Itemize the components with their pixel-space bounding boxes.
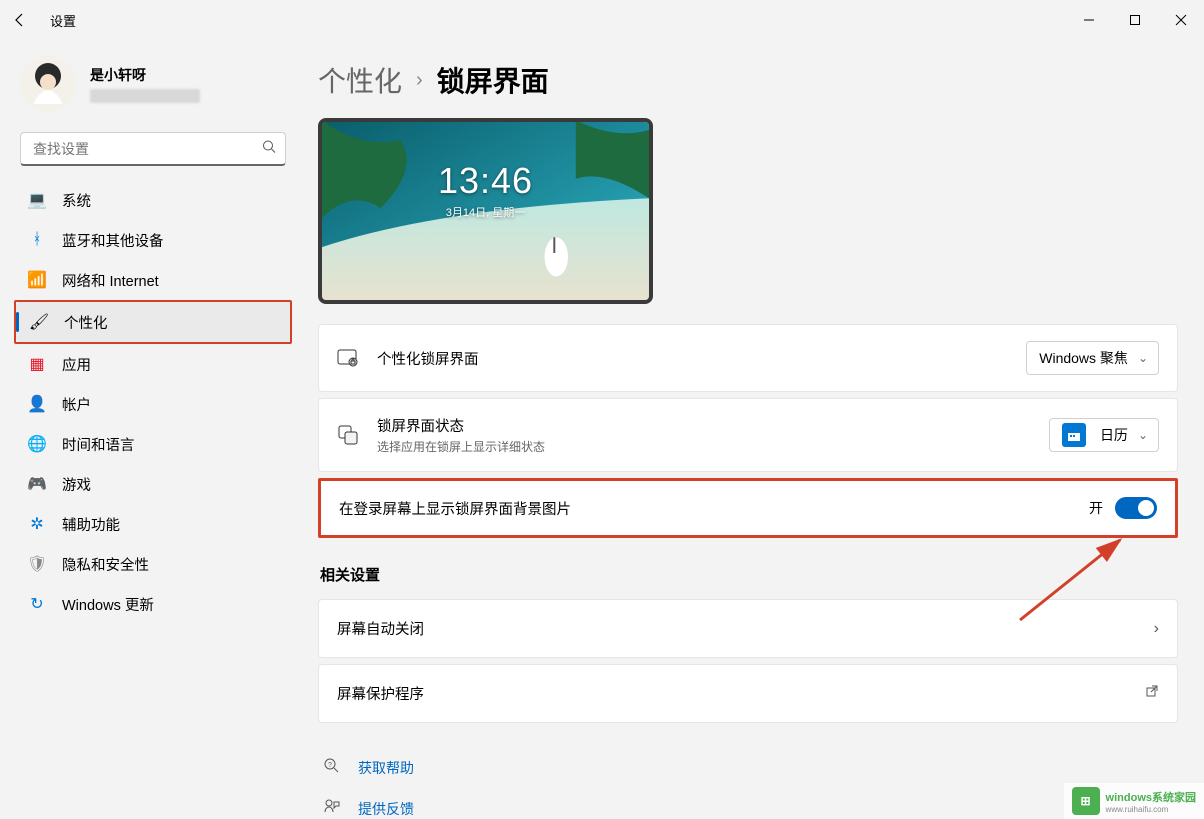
- back-arrow-icon: [12, 12, 28, 28]
- lockscreen-status-card: 锁屏界面状态 选择应用在锁屏上显示详细状态 日历 ⌄: [318, 398, 1178, 472]
- titlebar: 设置: [0, 0, 1204, 40]
- nav-label: Windows 更新: [62, 594, 154, 615]
- chevron-right-icon: ›: [1154, 620, 1159, 638]
- calendar-app-icon: [1062, 423, 1086, 447]
- nav-system-icon: 💻: [28, 191, 46, 209]
- breadcrumb: 个性化 › 锁屏界面: [318, 60, 1178, 100]
- preview-time: 13:46: [322, 160, 649, 202]
- screen-timeout-link[interactable]: 屏幕自动关闭 ›: [318, 599, 1178, 658]
- nav-accounts-icon: 👤: [28, 395, 46, 413]
- nav-gaming-icon: 🎮: [28, 475, 46, 493]
- nav-label: 游戏: [62, 474, 91, 495]
- nav-label: 辅助功能: [62, 514, 120, 535]
- nav-system[interactable]: 💻 系统: [14, 180, 292, 220]
- nav-update-icon: ↻: [28, 595, 46, 613]
- search-icon: [262, 140, 276, 159]
- signin-background-toggle[interactable]: [1115, 497, 1157, 519]
- lockscreen-background-dropdown[interactable]: Windows 聚焦 ⌄: [1026, 341, 1159, 375]
- nav-network-icon: 📶: [28, 271, 46, 289]
- nav-label: 帐户: [62, 394, 91, 415]
- nav-update[interactable]: ↻ Windows 更新: [14, 584, 292, 624]
- toggle-state-label: 开: [1089, 498, 1103, 518]
- search-wrap: [20, 132, 286, 166]
- nav-privacy-icon: 🛡: [28, 555, 46, 573]
- minimize-button[interactable]: [1066, 5, 1112, 35]
- lockscreen-status-sub: 选择应用在锁屏上显示详细状态: [377, 438, 1049, 455]
- screensaver-link[interactable]: 屏幕保护程序: [318, 664, 1178, 723]
- close-button[interactable]: [1158, 5, 1204, 35]
- nav-list: 💻 系统 ᚼ 蓝牙和其他设备 📶 网络和 Internet 🖌 个性化 ▦ 应用 👤 帐户 🌐 时间和语言…: [14, 180, 292, 624]
- nav-personalization[interactable]: 🖌 个性化: [16, 302, 290, 342]
- chevron-down-icon: ⌄: [1138, 428, 1148, 442]
- personalize-lockscreen-card: 个性化锁屏界面 Windows 聚焦 ⌄: [318, 324, 1178, 392]
- main-content: 个性化 › 锁屏界面 13:46 3月14日, 星期一: [300, 40, 1204, 819]
- lockscreen-status-app-dropdown[interactable]: 日历 ⌄: [1049, 418, 1159, 452]
- user-email-blurred: [90, 89, 200, 103]
- nav-accessibility-icon: ✲: [28, 515, 46, 533]
- breadcrumb-current: 锁屏界面: [437, 60, 549, 100]
- dropdown-value: Windows 聚焦: [1039, 348, 1128, 368]
- get-help-label: 获取帮助: [358, 758, 414, 778]
- nav-accessibility[interactable]: ✲ 辅助功能: [14, 504, 292, 544]
- give-feedback-label: 提供反馈: [358, 799, 414, 819]
- chevron-down-icon: ⌄: [1138, 351, 1148, 365]
- avatar: [20, 56, 76, 112]
- nav-label: 应用: [62, 354, 91, 375]
- screensaver-label: 屏幕保护程序: [337, 683, 1145, 704]
- nav-bluetooth[interactable]: ᚼ 蓝牙和其他设备: [14, 220, 292, 260]
- watermark-logo-icon: ⊞: [1072, 787, 1100, 815]
- signin-background-card: 在登录屏幕上显示锁屏界面背景图片 开: [318, 478, 1178, 538]
- status-icon: [337, 424, 359, 446]
- watermark-url: www.ruihaifu.com: [1106, 805, 1196, 814]
- window-title: 设置: [50, 11, 76, 30]
- svg-text:?: ?: [328, 762, 332, 769]
- dropdown-value: 日历: [1100, 425, 1128, 445]
- signin-background-label: 在登录屏幕上显示锁屏界面背景图片: [339, 498, 1089, 519]
- feedback-icon: [322, 798, 342, 819]
- nav-label: 隐私和安全性: [62, 554, 149, 575]
- nav-label: 系统: [62, 190, 91, 211]
- nav-label: 个性化: [64, 312, 108, 333]
- nav-apps-icon: ▦: [28, 355, 46, 373]
- lockscreen-preview[interactable]: 13:46 3月14日, 星期一: [318, 118, 653, 304]
- nav-label: 蓝牙和其他设备: [62, 230, 164, 251]
- nav-label: 网络和 Internet: [62, 270, 159, 291]
- give-feedback-link[interactable]: 提供反馈: [318, 788, 1178, 819]
- nav-privacy[interactable]: 🛡 隐私和安全性: [14, 544, 292, 584]
- maximize-button[interactable]: [1112, 5, 1158, 35]
- nav-network[interactable]: 📶 网络和 Internet: [14, 260, 292, 300]
- picture-lock-icon: [337, 347, 359, 369]
- nav-time-language-icon: 🌐: [28, 435, 46, 453]
- preview-date: 3月14日, 星期一: [322, 204, 649, 220]
- watermark: ⊞ windows系统家园 www.ruihaifu.com: [1064, 783, 1204, 819]
- nav-apps[interactable]: ▦ 应用: [14, 344, 292, 384]
- nav-accounts[interactable]: 👤 帐户: [14, 384, 292, 424]
- breadcrumb-parent[interactable]: 个性化: [318, 60, 402, 100]
- nav-bluetooth-icon: ᚼ: [28, 231, 46, 249]
- watermark-text: windows系统家园: [1106, 789, 1196, 805]
- chevron-right-icon: ›: [416, 69, 423, 92]
- lockscreen-status-label: 锁屏界面状态: [377, 415, 1049, 436]
- nav-label: 时间和语言: [62, 434, 135, 455]
- back-button[interactable]: [0, 0, 40, 40]
- personalize-lockscreen-label: 个性化锁屏界面: [377, 348, 1026, 369]
- screen-timeout-label: 屏幕自动关闭: [337, 618, 1154, 639]
- window-controls: [1066, 5, 1204, 35]
- help-icon: ?: [322, 757, 342, 778]
- user-profile[interactable]: 是小轩呀: [14, 50, 292, 126]
- nav-time-language[interactable]: 🌐 时间和语言: [14, 424, 292, 464]
- get-help-link[interactable]: ? 获取帮助: [318, 747, 1178, 788]
- nav-gaming[interactable]: 🎮 游戏: [14, 464, 292, 504]
- related-settings-heading: 相关设置: [320, 564, 1178, 585]
- search-input[interactable]: [20, 132, 286, 166]
- sidebar: 是小轩呀 💻 系统 ᚼ 蓝牙和其他设备 📶 网络和 Internet 🖌 个性化 ▦ 应用 👤 帐户 🌐…: [0, 40, 300, 819]
- nav-personalization-icon: 🖌: [30, 313, 48, 331]
- open-external-icon: [1145, 684, 1159, 703]
- user-name: 是小轩呀: [90, 65, 200, 85]
